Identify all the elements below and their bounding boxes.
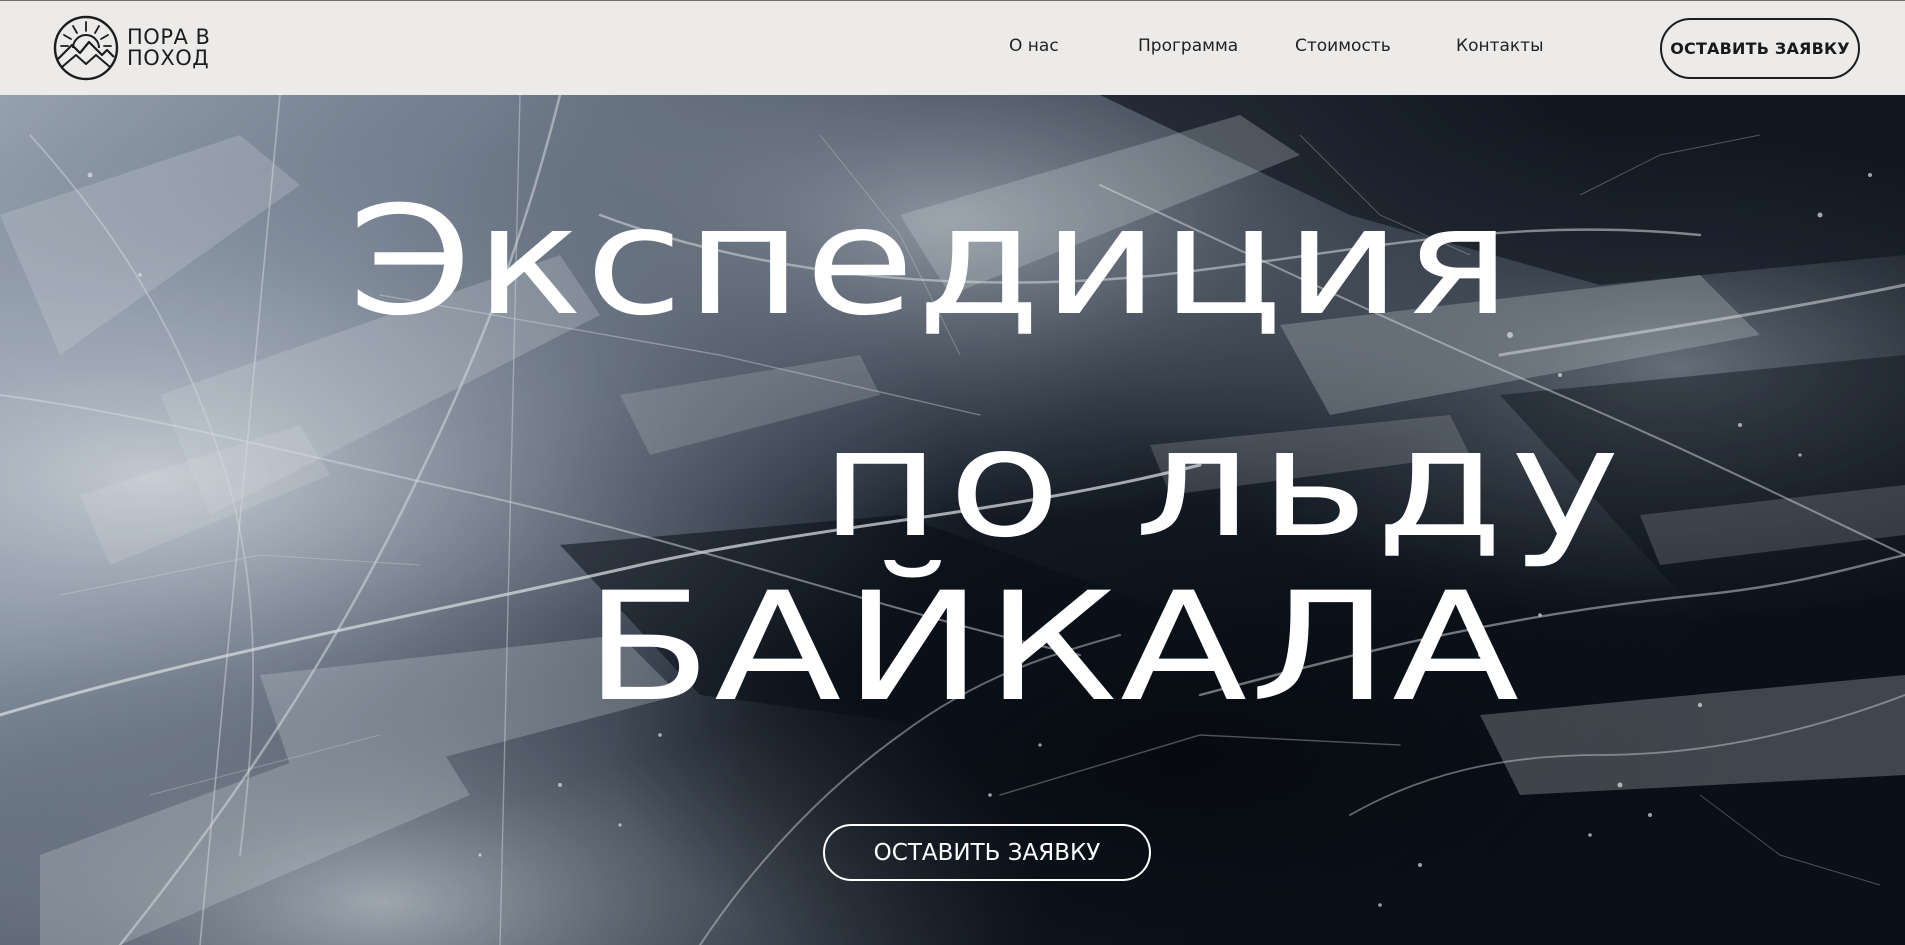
hero-title-line-2: по льду <box>820 397 1628 571</box>
nav-item-about[interactable]: О нас <box>1009 36 1059 56</box>
nav-item-price[interactable]: Стоимость <box>1295 36 1391 56</box>
nav-item-contacts[interactable]: Контакты <box>1456 36 1544 56</box>
hero-section: Экспедиция по льду БАЙКАЛА ОСТАВИТЬ ЗАЯВ… <box>0 95 1905 945</box>
main-nav: О нас Программа Стоимость Контакты <box>0 1 1905 96</box>
hero-title-line-3: БАЙКАЛА <box>584 561 1522 735</box>
header-apply-button[interactable]: ОСТАВИТЬ ЗАЯВКУ <box>1660 18 1860 79</box>
nav-item-program[interactable]: Программа <box>1138 36 1238 56</box>
hero-title: Экспедиция по льду БАЙКАЛА <box>0 95 1905 945</box>
site-header: ПОРА В ПОХОД О нас Программа Стоимость К… <box>0 0 1905 95</box>
page: ПОРА В ПОХОД О нас Программа Стоимость К… <box>0 0 1905 945</box>
hero-apply-button[interactable]: ОСТАВИТЬ ЗАЯВКУ <box>823 824 1151 881</box>
hero-title-line-1: Экспедиция <box>348 175 1514 349</box>
